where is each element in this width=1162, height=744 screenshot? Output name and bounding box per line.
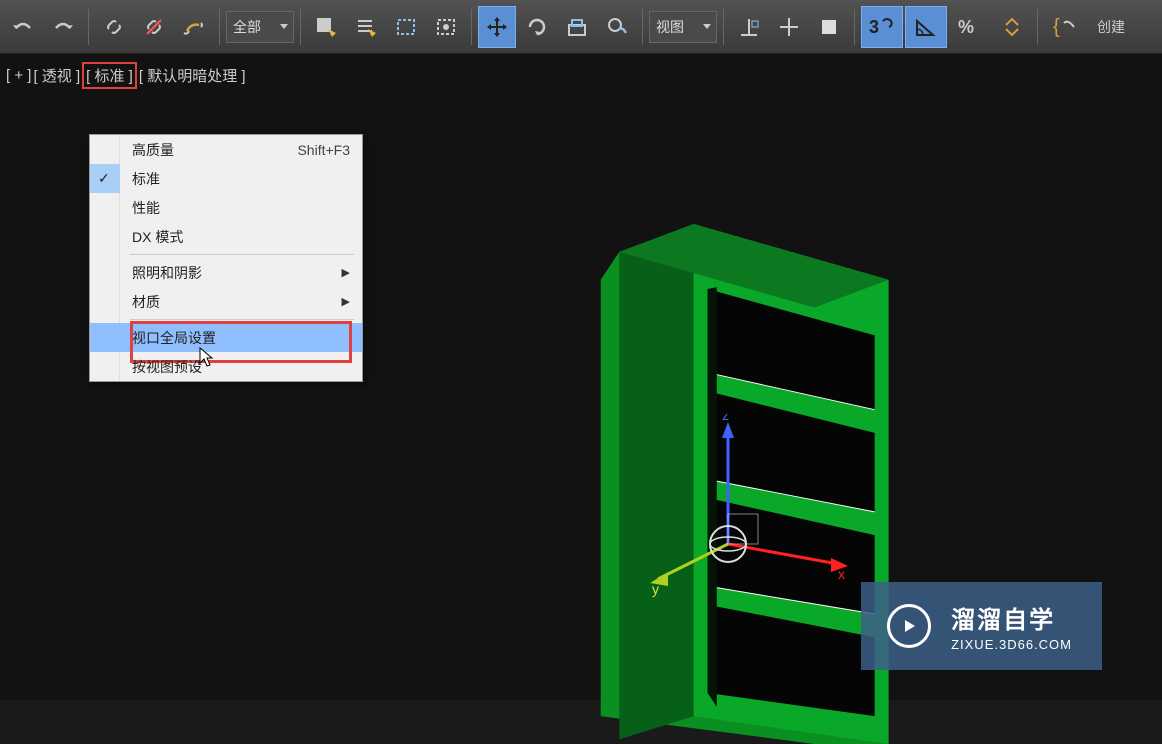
main-toolbar: 全部 视图 3 % — [0, 0, 1162, 54]
view-dropdown[interactable]: 视图 — [649, 11, 717, 43]
menu-item-performance[interactable]: 性能 — [90, 193, 362, 222]
undo-button[interactable] — [4, 6, 42, 48]
menu-item-label: 照明和阴影 — [132, 263, 202, 283]
menu-item-label: 按视图预设 — [132, 357, 202, 377]
scale-button[interactable] — [558, 6, 596, 48]
menu-item-label: 高质量 — [132, 140, 174, 160]
viewport-standard-label[interactable]: [ 标准 ] — [82, 62, 137, 89]
menu-item-high-quality[interactable]: 高质量 Shift+F3 — [90, 135, 362, 164]
create-selection-set-button[interactable]: 创建 — [1086, 6, 1136, 48]
link-button[interactable] — [95, 6, 133, 48]
menu-item-lighting-shadows[interactable]: 照明和阴影 ▶ — [90, 258, 362, 287]
filter-dropdown[interactable]: 全部 — [226, 11, 294, 43]
menu-item-label: 性能 — [132, 198, 160, 218]
svg-text:{: { — [1053, 16, 1060, 38]
watermark-url: ZIXUE.3D66.COM — [951, 637, 1072, 652]
view-dropdown-label: 视图 — [656, 17, 684, 37]
menu-divider — [130, 254, 354, 255]
percent-snap-button[interactable]: % — [949, 6, 991, 48]
menu-item-label: DX 模式 — [132, 227, 183, 247]
viewport-perspective-label[interactable]: [ 透视 ] — [33, 65, 80, 86]
watermark-banner: 溜溜自学 ZIXUE.3D66.COM — [861, 582, 1102, 670]
gizmo-y-label: y — [652, 581, 659, 597]
transform-center-button[interactable] — [770, 6, 808, 48]
menu-item-standard[interactable]: ✓ 标准 — [90, 164, 362, 193]
checkmark-icon: ✓ — [98, 170, 110, 187]
rectangular-selection-button[interactable] — [387, 6, 425, 48]
filter-dropdown-label: 全部 — [233, 17, 261, 37]
menu-item-shortcut: Shift+F3 — [297, 142, 350, 158]
angle-snap-button[interactable] — [905, 6, 947, 48]
chevron-right-icon: ▶ — [342, 266, 350, 279]
play-icon — [887, 604, 931, 648]
select-button[interactable] — [307, 6, 345, 48]
move-button[interactable] — [478, 6, 516, 48]
gizmo-x-label: x — [838, 566, 845, 582]
menu-item-label: 标准 — [132, 169, 160, 189]
svg-text:3: 3 — [869, 17, 879, 37]
spinner-snap-button[interactable] — [993, 6, 1031, 48]
unlink-button[interactable] — [135, 6, 173, 48]
chevron-right-icon: ▶ — [342, 295, 350, 308]
manipulate-button[interactable] — [810, 6, 848, 48]
menu-item-label: 材质 — [132, 292, 160, 312]
gizmo-z-label: z — [722, 414, 729, 423]
menu-item-label: 视口全局设置 — [132, 328, 216, 348]
viewport-shading-context-menu: 高质量 Shift+F3 ✓ 标准 性能 DX 模式 照明和阴影 ▶ 材质 ▶ … — [89, 134, 363, 382]
coordinate-system-button[interactable] — [730, 6, 768, 48]
menu-item-dx-mode[interactable]: DX 模式 — [90, 222, 362, 251]
menu-item-preview-by-view[interactable]: 按视图预设 — [90, 352, 362, 381]
select-by-name-button[interactable] — [347, 6, 385, 48]
redo-button[interactable] — [44, 6, 82, 48]
viewport-shading-label[interactable]: [ 默认明暗处理 ] — [139, 65, 246, 86]
window-crossing-button[interactable] — [427, 6, 465, 48]
menu-item-viewport-global-settings[interactable]: 视口全局设置 — [90, 323, 362, 352]
transform-gizmo[interactable]: z x y — [648, 414, 868, 604]
create-button-label: 创建 — [1097, 17, 1125, 37]
placement-button[interactable] — [598, 6, 636, 48]
bind-button[interactable] — [175, 6, 213, 48]
menu-divider — [130, 319, 354, 320]
main-viewport[interactable]: [ + ] [ 透视 ] [ 标准 ] [ 默认明暗处理 ] z x — [0, 54, 1162, 700]
curve-editor-button[interactable]: { — [1044, 6, 1084, 48]
viewport-plus-label[interactable]: [ + ] — [6, 67, 31, 84]
svg-text:%: % — [958, 17, 974, 37]
menu-item-materials[interactable]: 材质 ▶ — [90, 287, 362, 316]
rotate-button[interactable] — [518, 6, 556, 48]
watermark-title: 溜溜自学 — [951, 600, 1072, 635]
viewport-label-bar: [ + ] [ 透视 ] [ 标准 ] [ 默认明暗处理 ] — [6, 62, 246, 89]
snap-3-button[interactable]: 3 — [861, 6, 903, 48]
